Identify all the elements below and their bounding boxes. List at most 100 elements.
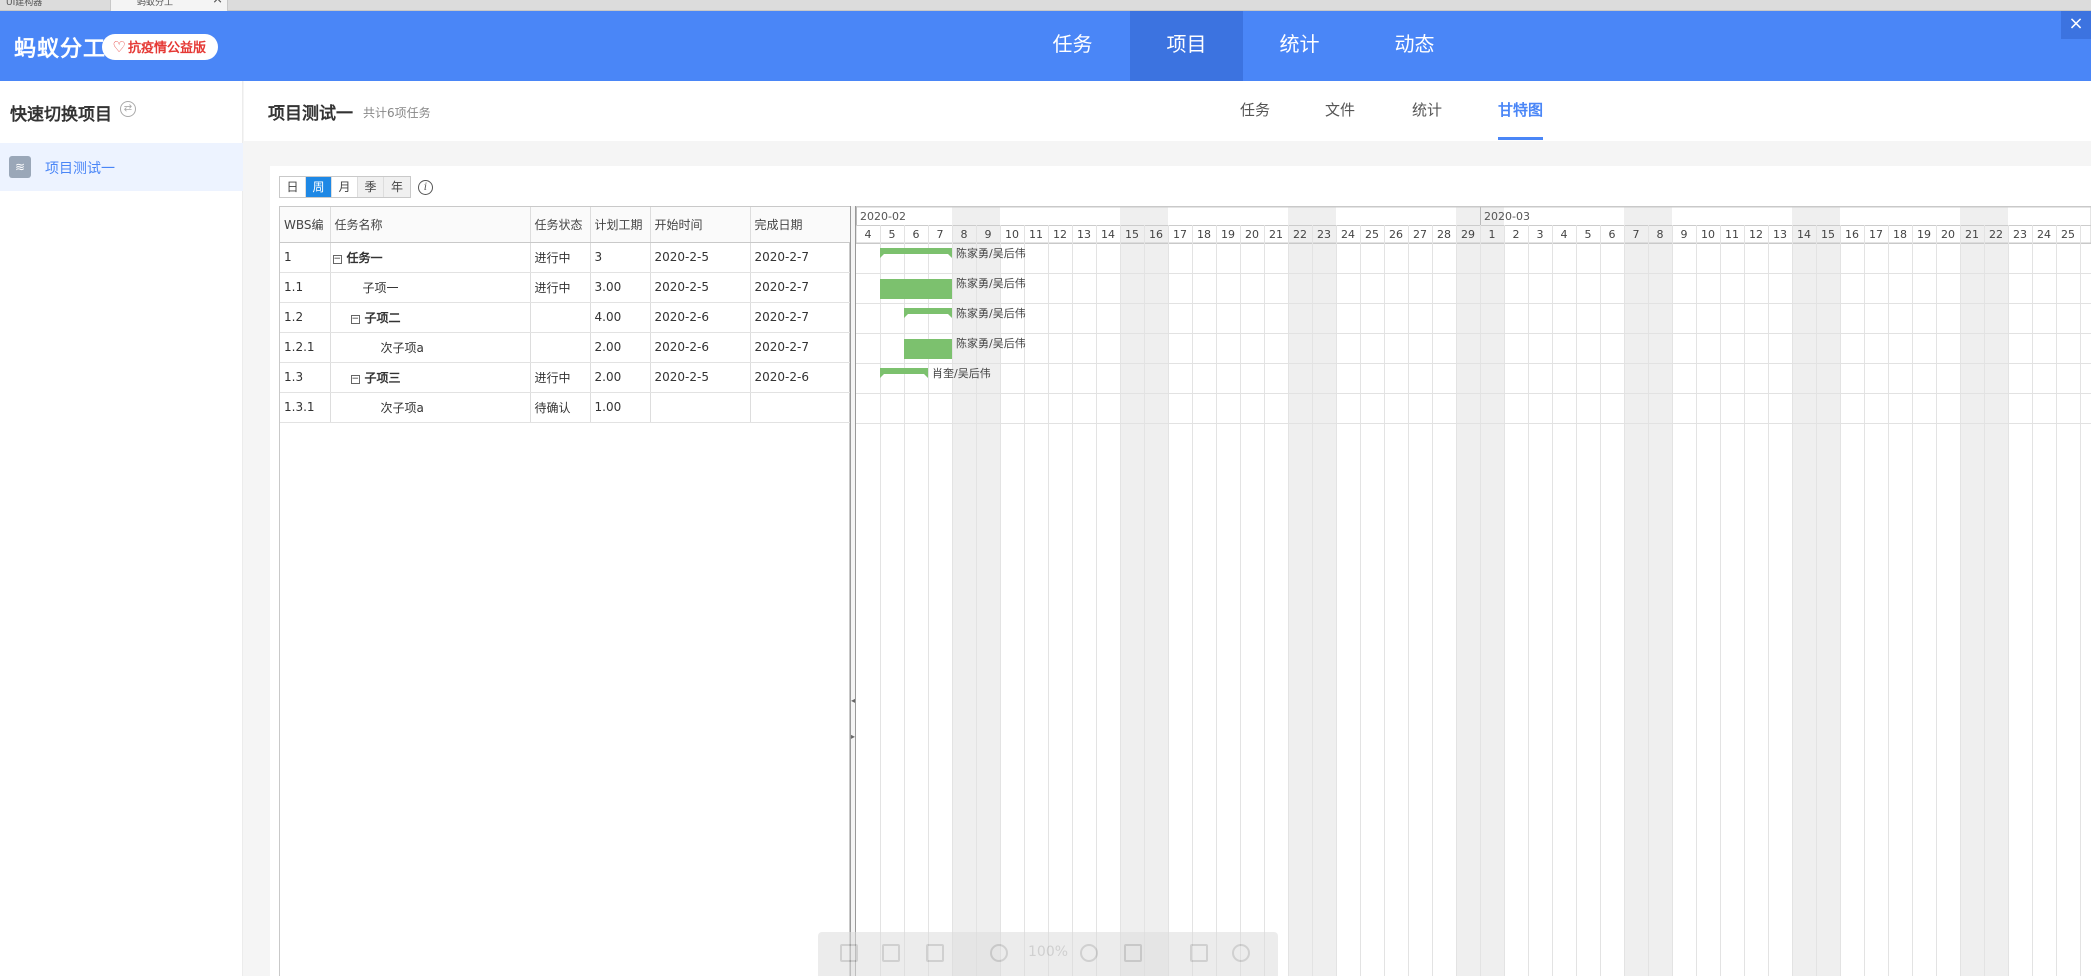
task-name-label: 次子项a [380,400,424,415]
day-tick-label: 5 [1585,228,1592,241]
view-week-button[interactable]: 周 [306,177,332,197]
heart-icon: ♡ [112,38,126,56]
close-icon[interactable]: × [2061,11,2091,39]
table-header-row: WBS编 任务名称 任务状态 计划工期 开始时间 完成日期 [280,207,851,243]
table-row[interactable]: 1.1 子项一 进行中 3.00 2020-2-5 2020-2-7 [280,272,851,303]
header-col-wbs[interactable]: WBS编 [280,207,331,243]
browser-tab-active[interactable]: 蚂蚁分工 × [110,0,228,11]
browser-tab-strip: UI建构器 蚂蚁分工 × [0,0,2091,11]
day-tick-label: 17 [1869,228,1883,241]
task-grid: WBS编 任务名称 任务状态 计划工期 开始时间 完成日期 1− 任务一 进行中 3 2020-2… [279,206,851,976]
header-col-end[interactable]: 完成日期 [750,207,851,243]
collapse-left-icon[interactable]: ◂ [851,696,855,705]
tab-tasks[interactable]: 任务 [1240,99,1270,120]
weekend-column [1288,207,1312,976]
nav-projects[interactable]: 项目 [1130,11,1243,81]
view-year-button[interactable]: 年 [384,177,410,197]
day-tick-label: 23 [2013,228,2027,241]
month-label: 2020-02 [860,210,906,223]
view-month-button[interactable]: 月 [332,177,358,197]
weekend-column [1984,207,2008,976]
cell-duration: 4.00 [590,302,651,333]
cell-duration: 3 [590,242,651,273]
table-row[interactable]: 1.2− 子项二 4.00 2020-2-6 2020-2-7 [280,302,851,333]
day-tick-label: 15 [1821,228,1835,241]
day-tick-label: 19 [1221,228,1235,241]
document-icon[interactable] [840,944,858,962]
table-row[interactable]: 1.2.1 次子项a 2.00 2020-2-6 2020-2-7 [280,332,851,363]
weekend-column [1792,207,1816,976]
tab-gantt[interactable]: 甘特图 [1498,99,1543,120]
share-icon[interactable] [926,944,944,962]
cell-status [530,332,591,363]
tab-files[interactable]: 文件 [1325,99,1355,120]
view-day-button[interactable]: 日 [280,177,306,197]
sidebar-item-label: 项目测试一 [45,161,115,177]
day-tick-label: 21 [1965,228,1979,241]
weekend-column [976,207,1000,976]
cell-start-date: 2020-2-6 [650,332,751,363]
table-row[interactable]: 1.3.1 次子项a 待确认 1.00 [280,392,851,423]
day-tick-label: 20 [1245,228,1259,241]
cell-start-date [650,392,751,423]
app-logo[interactable]: 蚂蚁分工 [14,31,106,63]
table-row[interactable]: 1.3− 子项三 进行中 2.00 2020-2-5 2020-2-6 [280,362,851,393]
table-body: 1− 任务一 进行中 3 2020-2-5 2020-2-7 1.1 子项一 进行中 3.00 20… [280,242,851,423]
header-col-status[interactable]: 任务状态 [530,207,591,243]
cell-wbs: 1.2 [280,302,331,333]
zoom-out-icon[interactable] [990,944,1008,962]
day-tick-label: 22 [1989,228,2003,241]
header-col-name[interactable]: 任务名称 [330,207,531,243]
cell-start-date: 2020-2-5 [650,272,751,303]
tab-close-icon[interactable]: × [212,0,223,6]
task-name-label: 次子项a [380,340,424,355]
header-col-start[interactable]: 开始时间 [650,207,751,243]
day-tick-label: 2 [1513,228,1520,241]
task-bar [880,279,952,299]
zoom-in-icon[interactable] [1080,944,1098,962]
gantt-panel: 日 周 月 季 年 i WBS编 任务名称 任务状态 计划工期 开始时间 完成日期 1− 任… [270,166,2091,976]
view-quarter-button[interactable]: 季 [358,177,384,197]
day-tick-label: 4 [1561,228,1568,241]
browser-tab[interactable]: UI建构器 [0,0,110,11]
charity-badge[interactable]: ♡ 抗疫情公益版 [102,34,219,60]
nav-statistics[interactable]: 统计 [1243,11,1356,81]
day-tick-label: 24 [1341,228,1355,241]
tab-statistics[interactable]: 统计 [1412,99,1442,120]
day-tick-label: 14 [1101,228,1115,241]
expand-right-icon[interactable]: ▸ [851,732,855,741]
rotate-icon[interactable] [1232,944,1250,962]
collapse-toggle-icon[interactable]: − [332,254,342,264]
cell-start-date: 2020-2-5 [650,242,751,273]
project-title: 项目测试一 [268,104,353,124]
day-tick-label: 22 [1293,228,1307,241]
day-tick-label: 29 [1461,228,1475,241]
switch-project-icon[interactable]: ⇄ [120,101,136,117]
crop-icon[interactable] [1190,944,1208,962]
fit-icon[interactable] [1124,944,1142,962]
sidebar-item-project[interactable]: ≋ 项目测试一 [0,143,243,191]
sidebar-title: 快速切换项目 [10,105,112,125]
collapse-toggle-icon[interactable]: − [350,374,360,384]
cell-task-name: − 子项二 [330,302,531,333]
info-icon[interactable]: i [418,180,433,195]
day-tick-label: 16 [1845,228,1859,241]
day-tick-label: 9 [1681,228,1688,241]
header-col-duration[interactable]: 计划工期 [590,207,651,243]
day-tick-label: 4 [865,228,872,241]
cell-end-date [750,392,851,423]
day-tick-label: 12 [1053,228,1067,241]
collapse-toggle-icon[interactable]: − [350,314,360,324]
cell-status: 进行中 [530,362,591,393]
day-tick-label: 10 [1701,228,1715,241]
table-row[interactable]: 1− 任务一 进行中 3 2020-2-5 2020-2-7 [280,242,851,273]
nav-tasks[interactable]: 任务 [1016,11,1129,81]
day-tick-label: 8 [961,228,968,241]
cell-status: 进行中 [530,242,591,273]
day-tick-label: 16 [1149,228,1163,241]
cell-wbs: 1.1 [280,272,331,303]
month-label: 2020-03 [1484,210,1530,223]
image-icon[interactable] [882,944,900,962]
task-name-label: 子项一 [362,280,399,295]
nav-activity[interactable]: 动态 [1358,11,1471,81]
